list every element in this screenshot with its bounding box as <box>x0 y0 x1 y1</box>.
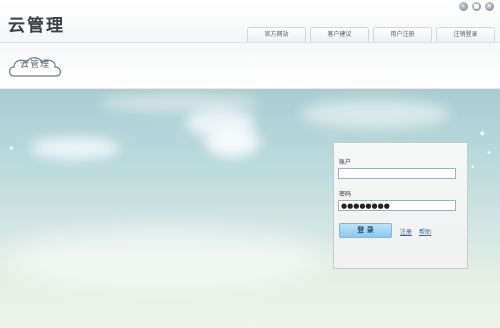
sparkle-icon: ✦ <box>486 149 492 157</box>
close-icon[interactable]: ✕ <box>485 2 494 11</box>
account-input[interactable] <box>338 168 456 179</box>
app-title: 云管理 <box>8 16 65 36</box>
logo-text: 云管理 <box>19 60 50 70</box>
sparkle-icon: ✦ <box>470 164 476 171</box>
sparkle-icon: ✦ <box>478 129 487 140</box>
account-label: 账户 <box>339 159 352 166</box>
window-controls: ‹ ■ ✕ <box>459 2 494 11</box>
sparkle-icon: ✦ <box>8 144 15 153</box>
title-bar: 云管理 ‹ ■ ✕ 官方网站 客户建议 用户注册 注销登录 <box>0 0 500 42</box>
cloud-shape <box>30 137 120 159</box>
tab-user-register[interactable]: 用户注册 <box>373 27 432 42</box>
cloud-shape <box>300 99 450 129</box>
cloud-shape <box>205 127 260 157</box>
tab-customer-feedback[interactable]: 客户建议 <box>310 27 369 42</box>
top-nav: 官方网站 客户建议 用户注册 注销登录 <box>247 27 495 42</box>
password-input[interactable] <box>338 200 456 211</box>
tab-logout[interactable]: 注销登录 <box>436 27 495 42</box>
minimize-icon[interactable]: ‹ <box>459 2 468 11</box>
password-label: 密码 <box>339 191 352 198</box>
tab-official-site[interactable]: 官方网站 <box>247 27 306 42</box>
cloud-shape <box>100 94 260 112</box>
cloud-shape <box>0 229 330 289</box>
help-link[interactable]: 帮助 <box>419 227 431 236</box>
login-panel: 账户 密码 登 录 注册 帮助 <box>333 142 468 269</box>
logo-band: 云管理 <box>0 42 500 89</box>
restore-icon[interactable]: ■ <box>472 2 481 11</box>
register-link[interactable]: 注册 <box>400 227 412 236</box>
login-button[interactable]: 登 录 <box>339 223 392 238</box>
